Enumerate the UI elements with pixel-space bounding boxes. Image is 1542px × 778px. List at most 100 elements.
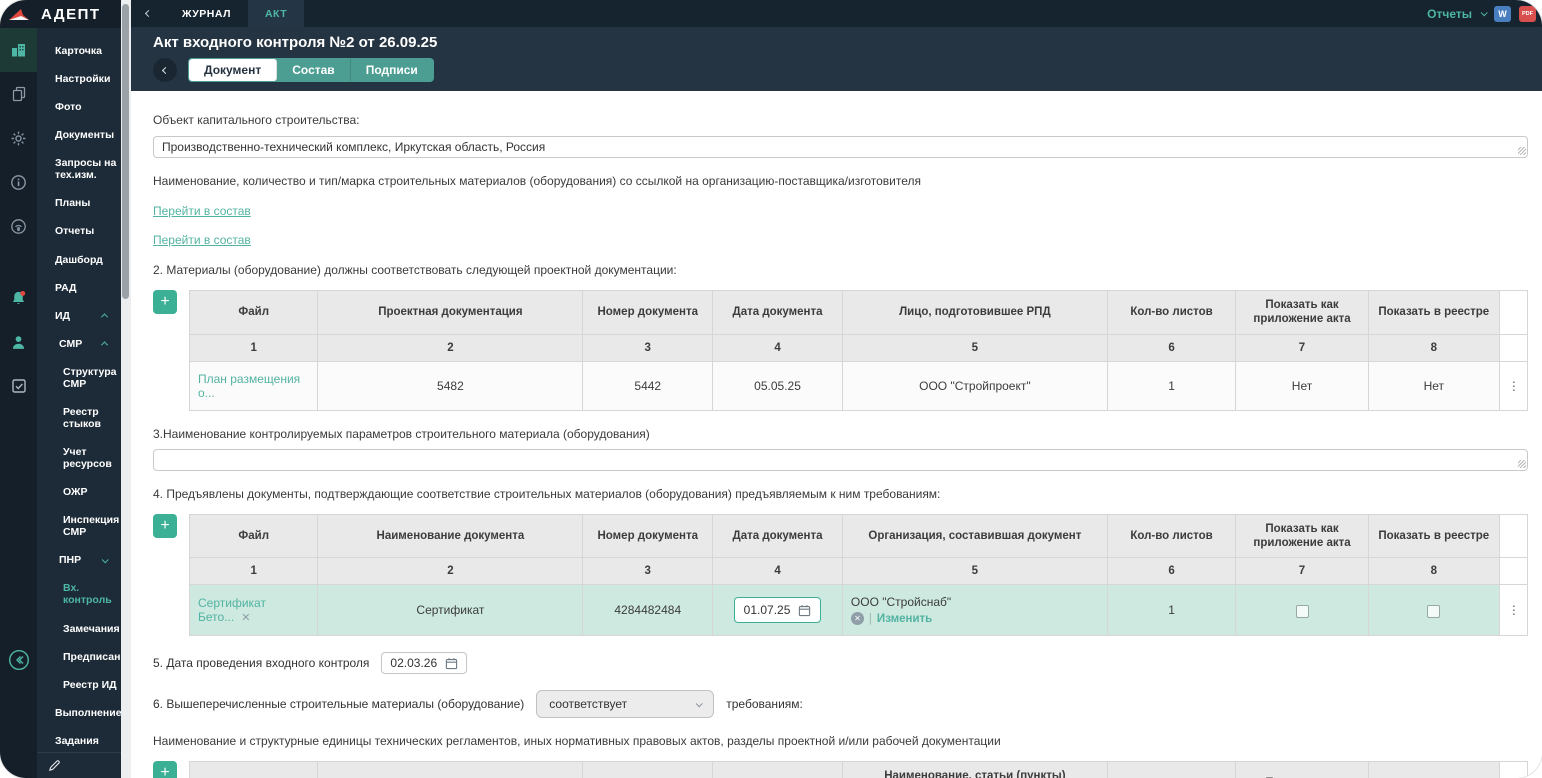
form-content: Объект капитального строительства: Наиме… <box>131 91 1542 778</box>
add-row-button[interactable]: + <box>153 761 177 778</box>
sidebar-item-inspekciya-smr[interactable]: Инспекция СМР <box>37 506 121 546</box>
show-as-attachment-checkbox[interactable] <box>1295 604 1309 618</box>
copy-icon[interactable] <box>0 72 37 116</box>
org-name: ООО "Стройснаб" <box>850 595 952 610</box>
tab-akt[interactable]: АКТ <box>247 0 305 27</box>
sidebar-item-reestr-id[interactable]: Реестр ИД <box>37 671 121 699</box>
tab-dokument[interactable]: Документ <box>189 59 278 81</box>
controlled-params-input[interactable] <box>153 449 1528 472</box>
section3-label: 3.Наименование контролируемых параметров… <box>153 426 650 441</box>
remove-file-icon[interactable]: ✕ <box>241 612 250 624</box>
sidebar-item-zamechaniya[interactable]: Замечания <box>37 615 121 643</box>
file-link[interactable]: Сертификат Бето... <box>198 596 266 624</box>
table-header-row: ФайлПроектная документацияНомер документ… <box>188 289 1529 335</box>
chevron-down-icon <box>695 700 704 708</box>
section6-sub-label: Наименование и структурные единицы техни… <box>153 734 1001 749</box>
sidebar: АДЕПТ Карточка Настройки Фото Документы … <box>37 0 121 778</box>
clear-org-icon[interactable]: ✕ <box>850 612 864 626</box>
top-navbar: ЖУРНАЛ АКТ Отчеты W PDF <box>131 0 1542 27</box>
main-area: ЖУРНАЛ АКТ Отчеты W PDF Акт входного кон… <box>131 0 1542 778</box>
sidebar-item-vh-kontrol[interactable]: Вх. контроль <box>37 574 121 614</box>
view-switcher: Документ Состав Подписи <box>188 58 434 82</box>
regulations-table: ФайлПроектная документацияНомер документ… <box>188 761 1529 778</box>
row-date-input[interactable]: 01.07.25 <box>733 597 822 624</box>
conformity-select[interactable]: соответствует <box>536 690 715 719</box>
icon-rail <box>0 0 37 778</box>
sidebar-item-struktura-smr[interactable]: Структура СМР <box>37 358 121 398</box>
sidebar-item-foto[interactable]: Фото <box>37 93 121 121</box>
row-menu-icon[interactable]: ⋮ <box>1498 584 1529 637</box>
add-row-button[interactable]: + <box>153 513 177 538</box>
signal-icon[interactable] <box>0 204 37 248</box>
sidebar-item-zadaniya[interactable]: Задания <box>37 727 121 752</box>
pdf-export-icon[interactable]: PDF <box>1519 5 1536 22</box>
object-label: Объект капитального строительства: <box>153 113 360 127</box>
sidebar-menu: Карточка Настройки Фото Документы Запрос… <box>37 28 121 752</box>
info-icon[interactable] <box>0 160 37 204</box>
sidebar-section-pnr[interactable]: ПНР <box>37 546 121 574</box>
section5-row: 5. Дата проведения входного контроля 02.… <box>153 652 1528 675</box>
go-to-sostav-link-2[interactable]: Перейти в состав <box>153 233 251 247</box>
page-title: Акт входного контроля №2 от 26.09.25 <box>153 34 438 51</box>
tasks-icon[interactable] <box>0 364 37 408</box>
tab-podpisi[interactable]: Подписи <box>351 59 433 81</box>
section6-label: 6. Вышеперечисленные строительные матери… <box>153 697 525 712</box>
sidebar-item-otchety[interactable]: Отчеты <box>37 217 121 245</box>
gear-icon[interactable] <box>0 116 37 160</box>
chevron-down-icon <box>101 556 109 564</box>
sidebar-scrollbar[interactable] <box>121 0 131 778</box>
sidebar-item-zaprosy[interactable]: Запросы на тех.изм. <box>37 149 121 189</box>
table-row-selected: Сертификат Бето... ✕ Сертификат 428448248… <box>188 584 1529 637</box>
section4-label: 4. Предъявлены документы, подтверждающие… <box>153 487 941 502</box>
sidebar-item-reestr-stykov[interactable]: Реестр стыков <box>37 398 121 438</box>
tab-sostav[interactable]: Состав <box>277 59 351 81</box>
user-icon[interactable] <box>0 320 37 364</box>
add-row-button[interactable]: + <box>153 289 177 314</box>
go-to-sostav-link-1[interactable]: Перейти в состав <box>153 204 251 218</box>
reports-dropdown[interactable]: Отчеты <box>1427 7 1488 21</box>
word-export-icon[interactable]: W <box>1494 5 1511 22</box>
sidebar-item-rad[interactable]: РАД <box>37 274 121 302</box>
buildings-icon[interactable] <box>0 28 37 72</box>
table1-block: + Файл Проектная документация Номер докуме… <box>153 289 1529 411</box>
pencil-icon[interactable] <box>47 758 62 773</box>
tab-zhurnal[interactable]: ЖУРНАЛ <box>165 0 248 27</box>
control-date-input[interactable]: 02.03.26 <box>381 652 468 675</box>
bell-icon[interactable] <box>0 276 37 320</box>
submitted-docs-table: Файл Наименование документа Номер документ… <box>188 513 1529 637</box>
calendar-icon <box>445 658 458 670</box>
nav-back-icon[interactable] <box>131 9 165 18</box>
row-menu-icon[interactable]: ⋮ <box>1498 360 1529 411</box>
project-docs-table: Файл Проектная документация Номер документ… <box>188 289 1529 411</box>
section5-label: 5. Дата проведения входного контроля <box>153 656 370 671</box>
sidebar-item-ozhr[interactable]: ОЖР <box>37 478 121 506</box>
app-logo-text: АДЕПТ <box>37 0 121 28</box>
sidebar-item-dashbord[interactable]: Дашборд <box>37 246 121 274</box>
sidebar-footer <box>37 752 121 778</box>
table-header-row: Файл Наименование документа Номер документ… <box>188 513 1529 559</box>
scrollbar-thumb[interactable] <box>122 4 129 299</box>
sidebar-item-dokumenty[interactable]: Документы <box>37 121 121 149</box>
sidebar-section-smr[interactable]: СМР <box>37 330 121 358</box>
sidebar-section-vypolnenie[interactable]: Выполнение <box>37 699 121 727</box>
column-number-row: 12345678 <box>188 333 1529 362</box>
sidebar-item-predpisaniya[interactable]: Предписания <box>37 643 121 671</box>
show-in-registry-checkbox[interactable] <box>1427 604 1441 618</box>
sidebar-section-id[interactable]: ИД <box>37 302 121 330</box>
change-org-link[interactable]: Изменить <box>877 613 932 625</box>
collapse-sidebar-icon[interactable] <box>0 638 37 682</box>
table3-block: + ФайлПроектная документацияНомер докуме… <box>153 761 1529 778</box>
section6-row: 6. Вышеперечисленные строительные матери… <box>153 690 1528 719</box>
sidebar-item-kartochka[interactable]: Карточка <box>37 37 121 65</box>
sidebar-item-plany[interactable]: Планы <box>37 189 121 217</box>
chevron-down-icon <box>1480 9 1488 17</box>
sidebar-item-uchet-resursov[interactable]: Учет ресурсов <box>37 438 121 478</box>
object-input[interactable] <box>153 135 1528 158</box>
sidebar-item-nastroyki[interactable]: Настройки <box>37 65 121 93</box>
file-link[interactable]: План размещения о... <box>198 372 300 400</box>
page-header: Акт входного контроля №2 от 26.09.25 Док… <box>131 27 1542 91</box>
section2-label: 2. Материалы (оборудование) должны соотв… <box>153 263 677 278</box>
calendar-icon <box>799 605 811 617</box>
chevron-up-icon <box>100 341 109 349</box>
back-button[interactable] <box>153 58 177 82</box>
